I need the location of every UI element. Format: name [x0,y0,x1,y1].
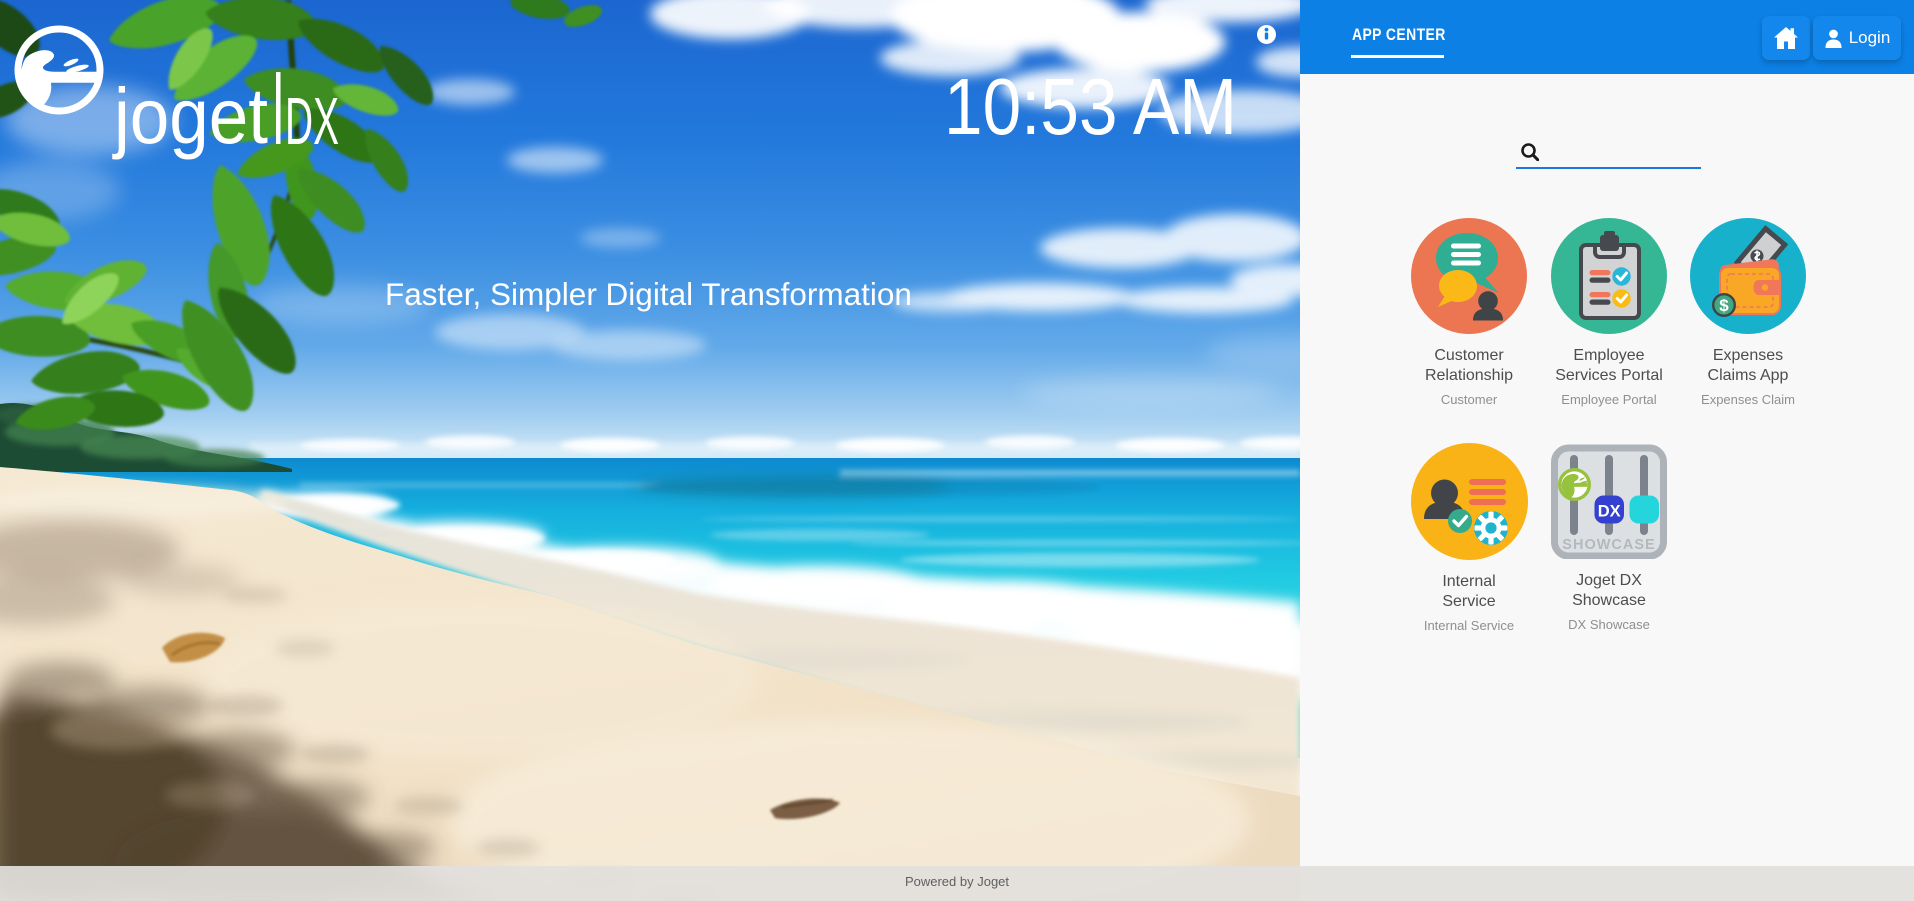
svg-text:10:53 AM: 10:53 AM [944,62,1237,151]
svg-text:SHOWCASE: SHOWCASE [1562,537,1655,553]
svg-text:joget: joget [112,71,268,160]
svg-text:$: $ [1719,296,1729,315]
svg-text:DX: DX [285,84,339,159]
svg-text:DX: DX [1598,503,1621,521]
